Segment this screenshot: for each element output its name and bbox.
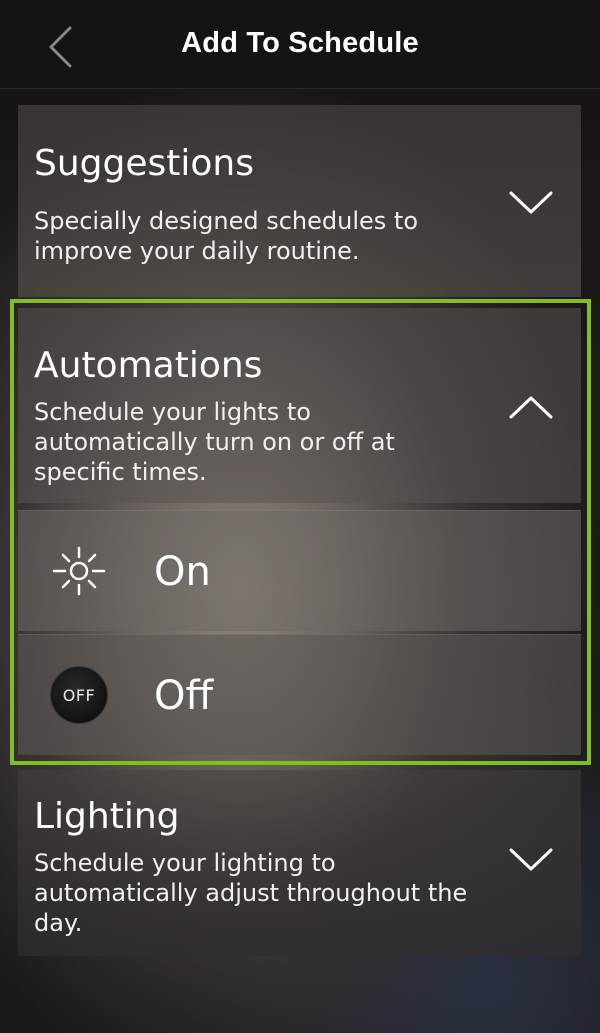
section-description: Schedule your lighting to automatically … — [34, 849, 468, 937]
automation-option-on[interactable]: On — [18, 510, 581, 631]
expand-toggle[interactable] — [507, 187, 555, 219]
chevron-up-icon — [509, 396, 553, 419]
chevron-down-icon — [509, 191, 553, 214]
section-lighting[interactable]: Lighting Schedule your lighting to autom… — [18, 770, 581, 956]
section-title: Lighting — [34, 796, 180, 837]
option-label: On — [154, 549, 211, 595]
section-automations[interactable]: Automations Schedule your lights to auto… — [18, 308, 581, 503]
chevron-down-icon — [509, 848, 553, 871]
section-title: Suggestions — [34, 143, 254, 184]
automation-option-off[interactable]: OFF Off — [18, 634, 581, 755]
page-title: Add To Schedule — [181, 27, 419, 59]
off-icon-text: OFF — [50, 666, 108, 724]
off-icon: OFF — [48, 666, 110, 724]
section-description: Specially designed schedules to improve … — [34, 207, 418, 265]
section-title: Automations — [34, 345, 263, 386]
section-description: Schedule your lights to automatically tu… — [34, 398, 395, 486]
collapse-toggle[interactable] — [507, 391, 555, 423]
section-suggestions[interactable]: Suggestions Specially designed schedules… — [18, 105, 581, 297]
option-label: Off — [154, 673, 214, 719]
expand-toggle[interactable] — [507, 844, 555, 876]
app-header: Add To Schedule — [0, 0, 600, 89]
sun-icon — [48, 542, 110, 600]
